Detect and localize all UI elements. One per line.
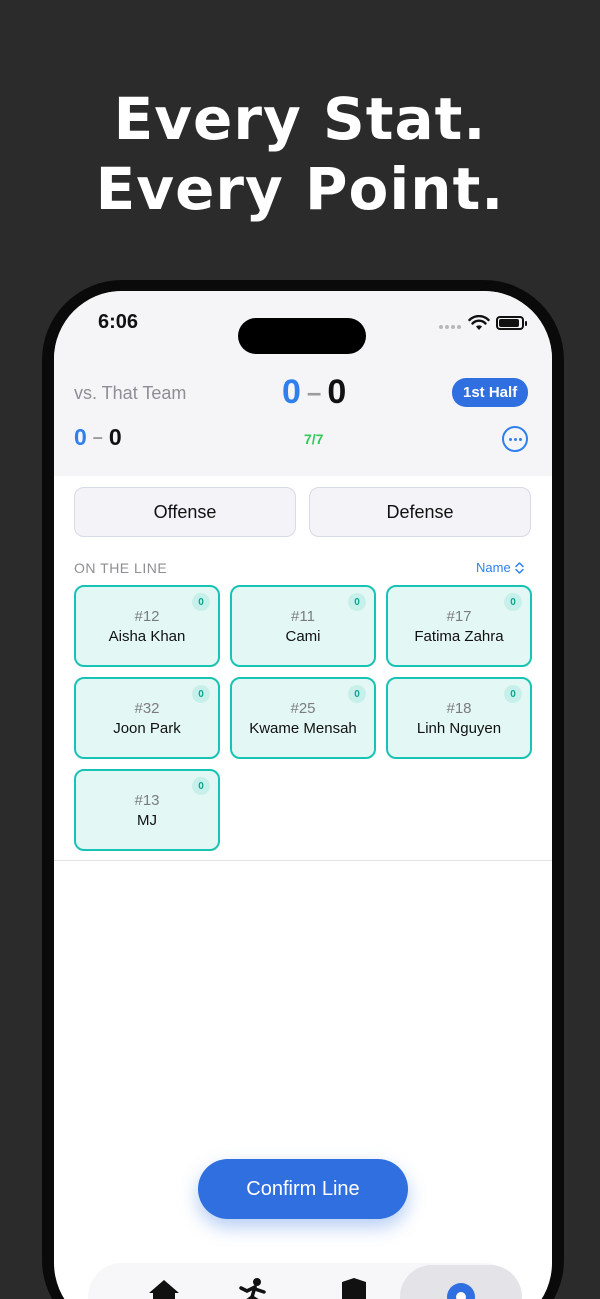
points-badge: 0 — [348, 685, 366, 703]
player-card[interactable]: 0 #18 Linh Nguyen — [386, 677, 532, 759]
player-number: #11 — [291, 607, 315, 625]
sort-label: Name — [476, 560, 511, 575]
points-badge: 0 — [192, 593, 210, 611]
promo-line-2: Every Point. — [95, 155, 505, 223]
game-header: vs. That Team 0 – 0 1st Half 0 – 0 7/7 — [54, 361, 552, 476]
period-score: 0 – 0 — [74, 424, 122, 451]
ellipsis-icon — [508, 437, 512, 441]
period-score-separator: – — [92, 427, 103, 447]
tab-team[interactable] — [334, 1273, 374, 1299]
player-name: Aisha Khan — [108, 627, 186, 645]
player-number: #25 — [290, 699, 316, 717]
score-ours: 0 — [282, 373, 301, 411]
player-name: Joon Park — [113, 719, 181, 737]
player-name: MJ — [137, 811, 157, 829]
player-name: Linh Nguyen — [416, 719, 502, 737]
shield-icon — [342, 1278, 366, 1299]
player-number: #18 — [446, 699, 472, 717]
score-separator: – — [306, 377, 322, 407]
promo-line-1: Every Stat. — [113, 85, 487, 153]
confirm-line-button[interactable]: Confirm Line — [198, 1159, 408, 1219]
points-badge: 0 — [504, 593, 522, 611]
home-icon — [149, 1280, 179, 1299]
battery-icon — [496, 316, 527, 330]
sort-chevrons-icon — [514, 561, 524, 574]
defense-button[interactable]: Defense — [309, 487, 531, 537]
status-bar: 6:06 — [54, 291, 552, 361]
cellular-signal-icon — [439, 325, 461, 329]
game-score: 0 – 0 — [282, 373, 346, 412]
players-selected-count: 7/7 — [304, 431, 324, 447]
player-card[interactable]: 0 #12 Aisha Khan — [74, 585, 220, 667]
tab-live-game[interactable] — [400, 1265, 522, 1299]
player-number: #13 — [134, 791, 160, 809]
player-name: Fatima Zahra — [414, 627, 504, 645]
tab-home[interactable] — [144, 1273, 184, 1299]
app-screen: 6:06 vs. That Team 0 – 0 1st Half 0 – 0 … — [54, 291, 552, 1299]
section-label-on-the-line: ON THE LINE — [74, 560, 168, 576]
promo-headline: Every Stat. Every Point. — [0, 84, 600, 224]
period-badge[interactable]: 1st Half — [452, 378, 529, 407]
player-kick-icon — [239, 1278, 266, 1299]
player-card[interactable]: 0 #13 MJ — [74, 769, 220, 851]
player-card[interactable]: 0 #32 Joon Park — [74, 677, 220, 759]
location-pin-icon — [447, 1283, 475, 1299]
wifi-icon — [468, 315, 490, 330]
points-badge: 0 — [192, 777, 210, 795]
player-grid: 0 #12 Aisha Khan 0 #11 Cami 0 #17 Fatima… — [74, 585, 532, 851]
status-time: 6:06 — [98, 311, 139, 333]
section-divider — [54, 860, 552, 861]
tab-bar — [88, 1263, 522, 1299]
period-score-theirs: 0 — [108, 424, 122, 450]
player-number: #17 — [446, 607, 472, 625]
points-badge: 0 — [348, 593, 366, 611]
period-score-ours: 0 — [74, 424, 87, 450]
tab-player[interactable] — [232, 1273, 272, 1299]
player-number: #12 — [134, 607, 160, 625]
player-name: Kwame Mensah — [249, 719, 357, 737]
offense-button[interactable]: Offense — [74, 487, 296, 537]
more-options-button[interactable] — [502, 426, 528, 452]
sort-button[interactable]: Name — [476, 560, 524, 575]
player-card[interactable]: 0 #25 Kwame Mensah — [230, 677, 376, 759]
player-name: Cami — [285, 627, 321, 645]
opponent-label: vs. That Team — [74, 383, 187, 403]
player-card[interactable]: 0 #17 Fatima Zahra — [386, 585, 532, 667]
dynamic-island — [238, 318, 366, 354]
points-badge: 0 — [504, 685, 522, 703]
player-card[interactable]: 0 #11 Cami — [230, 585, 376, 667]
score-theirs: 0 — [327, 373, 347, 411]
phone-frame: 6:06 vs. That Team 0 – 0 1st Half 0 – 0 … — [42, 280, 564, 1299]
player-number: #32 — [134, 699, 160, 717]
points-badge: 0 — [192, 685, 210, 703]
